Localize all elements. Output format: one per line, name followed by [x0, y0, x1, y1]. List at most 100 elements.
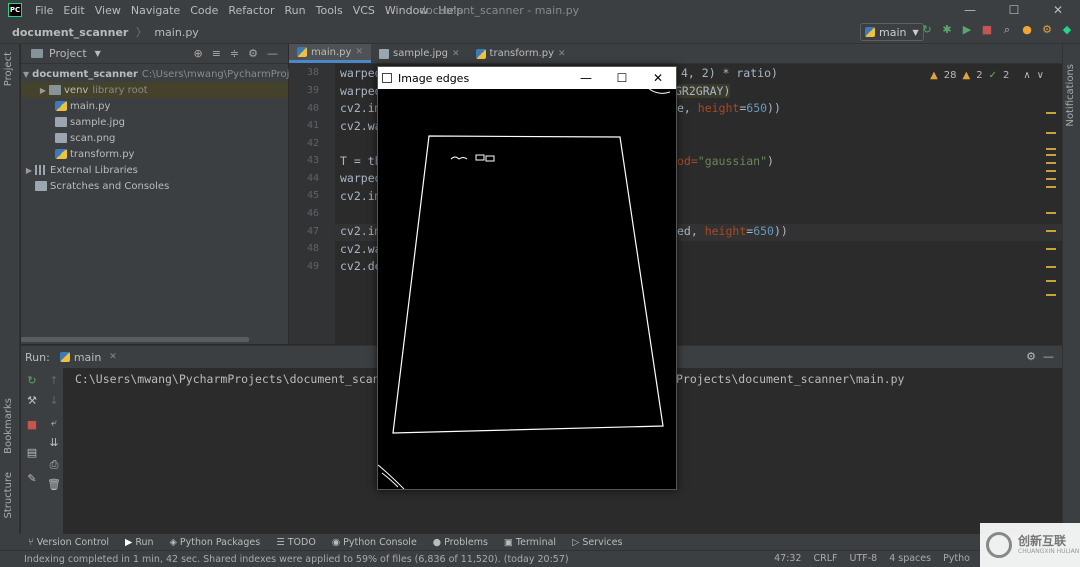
rerun-icon[interactable]: ↻: [920, 23, 934, 37]
error-stripe-mark[interactable]: [1046, 266, 1056, 268]
menu-tools[interactable]: Tools: [311, 4, 348, 17]
error-stripe-mark[interactable]: [1046, 132, 1056, 134]
collapse-all-icon[interactable]: ≑: [230, 47, 239, 60]
tab-python-console[interactable]: ◉ Python Console: [332, 537, 417, 548]
tab-todo[interactable]: ☰ TODO: [276, 537, 316, 548]
tree-item-sample-jpg[interactable]: sample.jpg: [21, 114, 288, 130]
tab-sample-jpg[interactable]: sample.jpg ✕: [371, 44, 468, 63]
hide-icon[interactable]: —: [267, 47, 278, 60]
caret-position[interactable]: 47:32: [774, 553, 801, 564]
expand-all-icon[interactable]: ≡: [212, 47, 221, 60]
minimize-button[interactable]: —: [948, 0, 992, 20]
code-line-43-tail[interactable]: od="gaussian"): [677, 154, 774, 168]
gear-icon[interactable]: ⚙: [248, 47, 258, 60]
menu-code[interactable]: Code: [185, 4, 223, 17]
soft-wrap-icon[interactable]: ⤶: [47, 416, 61, 430]
error-stripe-mark[interactable]: [1046, 280, 1056, 282]
error-stripe-mark[interactable]: [1046, 154, 1056, 156]
run-config-selector[interactable]: main ▼: [860, 23, 924, 41]
image-edges-window[interactable]: Image edges — ☐ ✕: [377, 66, 677, 490]
image-edges-titlebar[interactable]: Image edges — ☐ ✕: [378, 67, 676, 89]
menu-edit[interactable]: Edit: [58, 4, 89, 17]
indent-setting[interactable]: 4 spaces: [889, 553, 931, 564]
error-stripe-mark[interactable]: [1046, 248, 1056, 250]
close-tab-icon[interactable]: ✕: [109, 352, 117, 362]
bookmarks-tool-tab[interactable]: Bookmarks: [3, 398, 14, 454]
tree-item-scratches[interactable]: Scratches and Consoles: [21, 178, 288, 194]
code-line-38[interactable]: warped: [340, 66, 382, 80]
error-stripe-mark[interactable]: [1046, 148, 1056, 150]
code-line-39-tail[interactable]: GR2GRAY): [675, 84, 731, 98]
tab-version-control[interactable]: ⑂ Version Control: [28, 537, 109, 548]
code-line-47[interactable]: cv2.im: [340, 224, 382, 238]
scroll-to-end-icon[interactable]: ⇊: [47, 436, 61, 450]
code-line-40-tail[interactable]: e, height=650)): [677, 101, 781, 115]
tab-python-packages[interactable]: ◈ Python Packages: [170, 537, 261, 548]
minimize-button[interactable]: —: [568, 67, 604, 89]
console-output[interactable]: C:\Users\mwang\PycharmProjects\document_…: [75, 372, 407, 386]
settings-icon[interactable]: ⚙: [1040, 23, 1054, 37]
hide-icon[interactable]: —: [1043, 350, 1054, 363]
menu-view[interactable]: View: [90, 4, 126, 17]
tab-run[interactable]: ▶ Run: [125, 537, 154, 548]
error-stripe-mark[interactable]: [1046, 162, 1056, 164]
interpreter[interactable]: Pytho: [943, 553, 970, 564]
close-tab-icon[interactable]: ✕: [355, 47, 363, 57]
menu-run[interactable]: Run: [280, 4, 311, 17]
code-line-48[interactable]: cv2.wa: [340, 242, 382, 256]
code-line-44[interactable]: warped: [340, 171, 382, 185]
menu-refactor[interactable]: Refactor: [223, 4, 279, 17]
tree-item-scan-png[interactable]: scan.png: [21, 130, 288, 146]
close-button[interactable]: ✕: [1036, 0, 1080, 20]
stop-icon[interactable]: ■: [980, 23, 994, 37]
expand-arrow-icon[interactable]: ▶: [23, 166, 35, 175]
error-stripe-mark[interactable]: [1046, 112, 1056, 114]
tab-main-py[interactable]: main.py ✕: [289, 44, 371, 63]
code-line-39[interactable]: warped: [340, 84, 382, 98]
next-highlight-icon[interactable]: ∨: [1037, 70, 1044, 81]
toolbox-icon[interactable]: ◆: [1060, 23, 1074, 37]
error-stripe-mark[interactable]: [1046, 186, 1056, 188]
error-stripe-mark[interactable]: [1046, 230, 1056, 232]
breadcrumb-project[interactable]: document_scanner: [12, 26, 128, 39]
code-line-49[interactable]: cv2.de: [340, 259, 382, 273]
debug-icon[interactable]: ✱: [940, 23, 954, 37]
breadcrumb-file[interactable]: main.py: [154, 26, 198, 39]
close-tab-icon[interactable]: ✕: [452, 49, 460, 59]
pin-icon[interactable]: ✎: [25, 472, 39, 486]
file-encoding[interactable]: UTF-8: [849, 553, 877, 564]
project-panel-title[interactable]: Project: [49, 47, 87, 60]
tab-problems[interactable]: ● Problems: [433, 537, 488, 548]
search-icon[interactable]: ⌕: [1000, 23, 1014, 37]
close-tab-icon[interactable]: ✕: [558, 49, 566, 59]
code-line-43[interactable]: T = th: [340, 154, 382, 168]
project-tool-tab[interactable]: Project: [3, 52, 14, 86]
line-separator[interactable]: CRLF: [813, 553, 837, 564]
rerun-icon[interactable]: ↻: [25, 374, 39, 388]
code-line-41[interactable]: cv2.wa: [340, 119, 382, 133]
notifications-tool-tab[interactable]: Notifications: [1065, 64, 1076, 127]
console-output-tail[interactable]: Projects\document_scanner\main.py: [676, 372, 904, 386]
error-stripe-mark[interactable]: [1046, 170, 1056, 172]
tree-root[interactable]: ▼ document_scanner C:\Users\mwang\Pychar…: [21, 66, 310, 82]
tab-transform-py[interactable]: transform.py ✕: [468, 44, 574, 63]
error-stripe-mark[interactable]: [1046, 212, 1056, 214]
horizontal-scrollbar[interactable]: [21, 337, 249, 342]
code-line-38-tail[interactable]: 4, 2) * ratio): [681, 66, 778, 80]
previous-highlight-icon[interactable]: ∧: [1023, 70, 1030, 81]
maximize-button[interactable]: ☐: [604, 67, 640, 89]
locate-icon[interactable]: ⊕: [193, 47, 202, 60]
update-icon[interactable]: ●: [1020, 23, 1034, 37]
error-stripe-mark[interactable]: [1046, 294, 1056, 296]
coverage-icon[interactable]: ▶: [960, 23, 974, 37]
trash-icon[interactable]: 🗑: [47, 478, 61, 492]
gear-icon[interactable]: ⚙: [1026, 350, 1036, 363]
menu-vcs[interactable]: VCS: [348, 4, 380, 17]
tree-item-external-libraries[interactable]: ▶ External Libraries: [21, 162, 288, 178]
layout-icon[interactable]: ▤: [25, 446, 39, 460]
print-icon[interactable]: ⎙: [47, 458, 61, 472]
tree-item-main-py[interactable]: main.py: [21, 98, 288, 114]
wrench-icon[interactable]: ⚒: [25, 394, 39, 408]
inspection-widget[interactable]: ▲ 28 ▲ 2 ✓ 2 ∧ ∨: [930, 70, 1044, 81]
expand-arrow-icon[interactable]: ▼: [23, 70, 29, 79]
